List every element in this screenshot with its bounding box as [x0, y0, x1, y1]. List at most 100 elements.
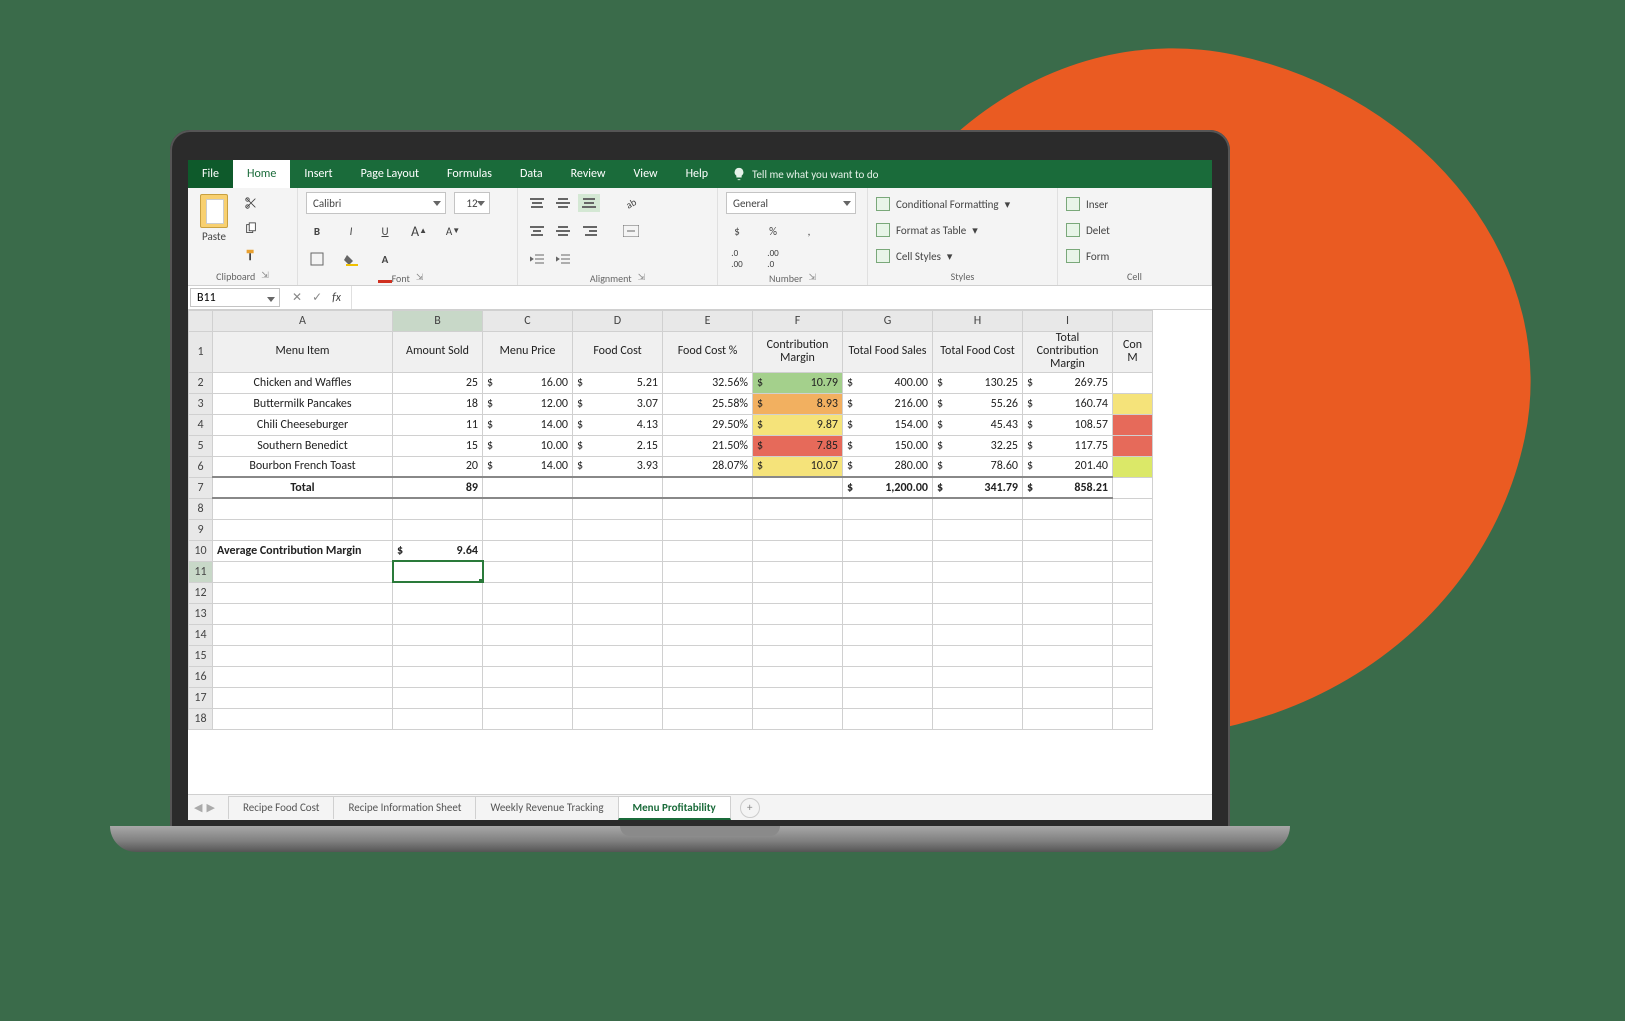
cell[interactable]: [1023, 708, 1113, 729]
tell-me-search[interactable]: Tell me what you want to do: [722, 160, 888, 188]
cell[interactable]: [753, 624, 843, 645]
cell[interactable]: [753, 540, 843, 561]
cut-button[interactable]: [240, 192, 262, 214]
col-header-extra[interactable]: [1113, 311, 1153, 332]
cell[interactable]: 8.93: [753, 393, 843, 414]
paste-button[interactable]: Paste: [196, 192, 232, 245]
col-header-A[interactable]: A: [213, 311, 393, 332]
cell[interactable]: 2.15: [573, 435, 663, 456]
cell[interactable]: [843, 603, 933, 624]
row-header-3[interactable]: 3: [189, 393, 213, 414]
cell[interactable]: [1113, 603, 1153, 624]
cell[interactable]: [213, 582, 393, 603]
cell[interactable]: [843, 666, 933, 687]
cell[interactable]: [213, 519, 393, 540]
cell[interactable]: [1113, 393, 1153, 414]
cell[interactable]: [933, 645, 1023, 666]
cell[interactable]: 117.75: [1023, 435, 1113, 456]
cell[interactable]: [933, 603, 1023, 624]
insert-cells-button[interactable]: Inser: [1066, 194, 1108, 214]
cell[interactable]: [843, 687, 933, 708]
delete-cells-button[interactable]: Delet: [1066, 220, 1110, 240]
col-header-I[interactable]: I: [1023, 311, 1113, 332]
font-color-button[interactable]: A: [374, 248, 396, 270]
cell[interactable]: [1023, 498, 1113, 519]
cell[interactable]: [213, 645, 393, 666]
formula-input[interactable]: [351, 286, 1212, 309]
cell[interactable]: [1023, 603, 1113, 624]
cell[interactable]: [1113, 435, 1153, 456]
cell[interactable]: 7.85: [753, 435, 843, 456]
cell[interactable]: [483, 666, 573, 687]
cell[interactable]: [483, 561, 573, 582]
row-header-2[interactable]: 2: [189, 372, 213, 393]
cell[interactable]: [213, 498, 393, 519]
cell[interactable]: [393, 498, 483, 519]
cell[interactable]: [483, 603, 573, 624]
cell[interactable]: [843, 645, 933, 666]
cell[interactable]: [843, 582, 933, 603]
row-header-14[interactable]: 14: [189, 624, 213, 645]
cell[interactable]: [933, 561, 1023, 582]
dialog-launcher-icon[interactable]: ⇲: [416, 272, 424, 285]
cell[interactable]: [933, 519, 1023, 540]
cell[interactable]: [573, 519, 663, 540]
cell[interactable]: [393, 645, 483, 666]
orientation-button[interactable]: ab: [620, 192, 642, 214]
row-header-10[interactable]: 10: [189, 540, 213, 561]
col-header-D[interactable]: D: [573, 311, 663, 332]
cell[interactable]: [843, 519, 933, 540]
cell[interactable]: 45.43: [933, 414, 1023, 435]
cell[interactable]: 25: [393, 372, 483, 393]
align-middle-button[interactable]: [552, 194, 574, 212]
cell[interactable]: [213, 603, 393, 624]
decrease-font-button[interactable]: A▼: [442, 220, 464, 242]
cell[interactable]: [573, 687, 663, 708]
cell[interactable]: [1113, 582, 1153, 603]
cell[interactable]: 14.00: [483, 456, 573, 477]
cell[interactable]: [1113, 414, 1153, 435]
cell[interactable]: [213, 666, 393, 687]
row-header-7[interactable]: 7: [189, 477, 213, 498]
cell[interactable]: [483, 687, 573, 708]
cell[interactable]: 25.58%: [663, 393, 753, 414]
decrease-indent-button[interactable]: [526, 248, 548, 270]
cell[interactable]: [933, 687, 1023, 708]
col-header-C[interactable]: C: [483, 311, 573, 332]
col-header-B[interactable]: B: [393, 311, 483, 332]
currency-button[interactable]: $: [726, 220, 748, 242]
cell[interactable]: 12.00: [483, 393, 573, 414]
row-header-8[interactable]: 8: [189, 498, 213, 519]
col-header-F[interactable]: F: [753, 311, 843, 332]
cell[interactable]: 3.93: [573, 456, 663, 477]
cell[interactable]: Chicken and Waffles: [213, 372, 393, 393]
cell[interactable]: [213, 708, 393, 729]
cell[interactable]: [663, 624, 753, 645]
cell[interactable]: 55.26: [933, 393, 1023, 414]
cell[interactable]: [933, 582, 1023, 603]
cell[interactable]: 3.07: [573, 393, 663, 414]
font-name-dropdown[interactable]: Calibri: [306, 192, 446, 214]
cell[interactable]: [483, 645, 573, 666]
cell[interactable]: [1113, 519, 1153, 540]
cell[interactable]: [753, 603, 843, 624]
col-header-G[interactable]: G: [843, 311, 933, 332]
cell[interactable]: [573, 645, 663, 666]
italic-button[interactable]: I: [340, 220, 362, 242]
cell[interactable]: [483, 582, 573, 603]
cell[interactable]: 1,200.00: [843, 477, 933, 498]
dialog-launcher-icon[interactable]: ⇲: [638, 272, 646, 285]
cell[interactable]: Chili Cheeseburger: [213, 414, 393, 435]
cell[interactable]: 16.00: [483, 372, 573, 393]
sheet-nav-right-icon[interactable]: ▶: [206, 801, 214, 814]
align-right-button[interactable]: [578, 222, 600, 240]
merge-button[interactable]: [620, 220, 642, 242]
align-center-button[interactable]: [552, 222, 574, 240]
sheet-tab-weekly-revenue-tracking[interactable]: Weekly Revenue Tracking: [475, 796, 618, 819]
increase-indent-button[interactable]: [552, 248, 574, 270]
cell[interactable]: 9.64: [393, 540, 483, 561]
cell[interactable]: [393, 708, 483, 729]
cell[interactable]: [573, 540, 663, 561]
add-sheet-button[interactable]: +: [740, 798, 760, 818]
cell[interactable]: 4.13: [573, 414, 663, 435]
